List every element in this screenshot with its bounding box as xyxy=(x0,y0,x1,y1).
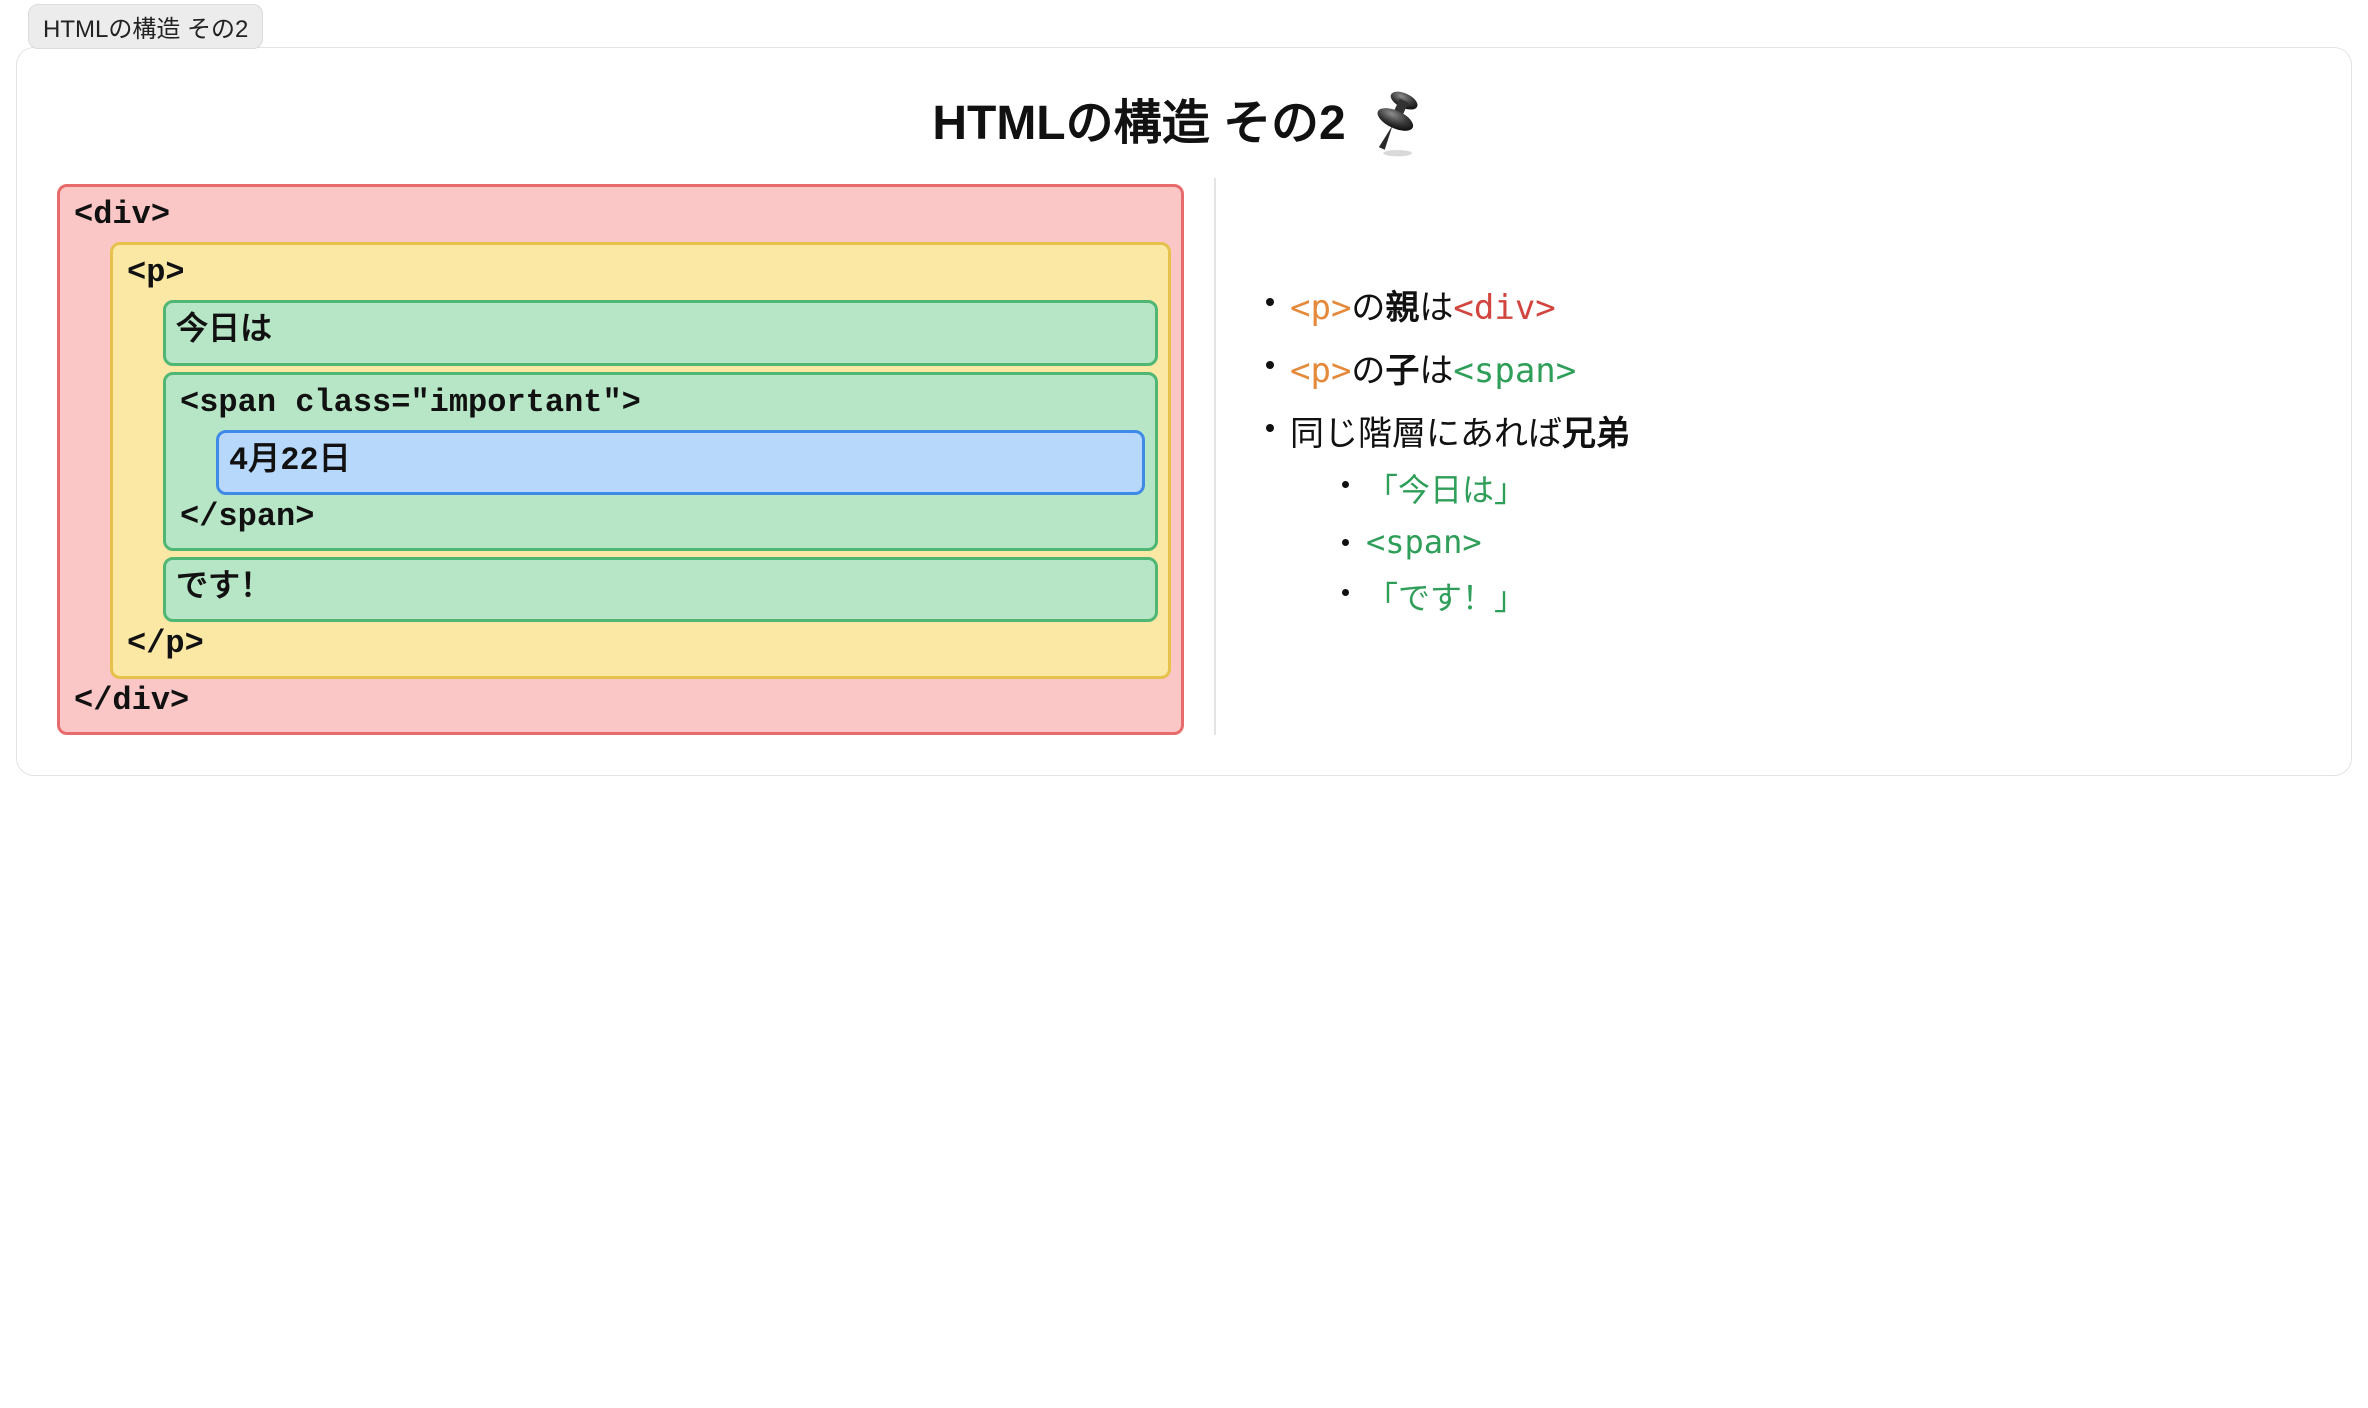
code-div: <div> xyxy=(1453,288,1555,328)
tag-p-open: <p> xyxy=(123,251,1158,294)
sibling-3: 「です！」 xyxy=(1336,573,2311,619)
code-p: <p> xyxy=(1290,351,1351,391)
note-parent: <p>の親は<div> xyxy=(1256,280,2311,329)
box-text-today: 今日は xyxy=(163,300,1158,365)
txt: の xyxy=(1351,352,1385,390)
notes-column: <p>の親は<div> <p>の子は<span> 同じ階層にあれば兄弟 「今日は… xyxy=(1214,178,2311,735)
sibling-span: <span> xyxy=(1366,523,1482,561)
word-child: 子 xyxy=(1385,352,1419,390)
code-p: <p> xyxy=(1290,288,1351,328)
sibling-desu: 「です！」 xyxy=(1366,580,1526,616)
pin-icon xyxy=(1356,78,1436,158)
txt: は xyxy=(1419,352,1453,390)
tag-div-close: </div> xyxy=(70,679,1171,722)
text-desu: です！ xyxy=(176,569,272,606)
tag-div-open: <div> xyxy=(70,193,1171,236)
siblings-sublist: 「今日は」 <span> 「です！」 xyxy=(1336,465,2311,619)
txt: は xyxy=(1419,289,1453,327)
sibling-today: 「今日は」 xyxy=(1366,472,1526,508)
box-date: 4月22日 xyxy=(216,430,1145,495)
note-siblings: 同じ階層にあれば兄弟 「今日は」 <span> 「です！」 xyxy=(1256,406,2311,619)
page-title: HTMLの構造 その2 xyxy=(932,83,1345,153)
sibling-2: <span> xyxy=(1336,523,2311,561)
code-span: <span> xyxy=(1453,351,1576,391)
title-row: HTMLの構造 その2 xyxy=(57,78,2311,158)
text-today: 今日は xyxy=(176,312,272,349)
notes-list: <p>の親は<div> <p>の子は<span> 同じ階層にあれば兄弟 「今日は… xyxy=(1256,280,2311,633)
txt: の xyxy=(1351,289,1385,327)
slide-panel: HTMLの構造 その2 xyxy=(16,47,2352,776)
word-siblings: 兄弟 xyxy=(1562,415,1630,453)
tag-span-open: <span class="important"> xyxy=(176,381,1145,424)
box-text-desu: です！ xyxy=(163,557,1158,622)
box-div: <div> <p> 今日は <span class="important"> 4… xyxy=(57,184,1184,735)
text-date: 4月22日 xyxy=(229,442,351,479)
structure-diagram: <div> <p> 今日は <span class="important"> 4… xyxy=(57,178,1184,735)
note-child: <p>の子は<span> xyxy=(1256,343,2311,392)
box-p: <p> 今日は <span class="important"> 4月22日 <… xyxy=(110,242,1171,678)
box-span: <span class="important"> 4月22日 </span> xyxy=(163,372,1158,552)
tag-p-close: </p> xyxy=(123,622,1158,665)
word-parent: 親 xyxy=(1385,289,1419,327)
tab-label: HTMLの構造 その2 xyxy=(28,4,263,49)
tag-span-close: </span> xyxy=(176,495,1145,538)
sibling-1: 「今日は」 xyxy=(1336,465,2311,511)
txt: 同じ階層にあれば xyxy=(1290,415,1562,453)
